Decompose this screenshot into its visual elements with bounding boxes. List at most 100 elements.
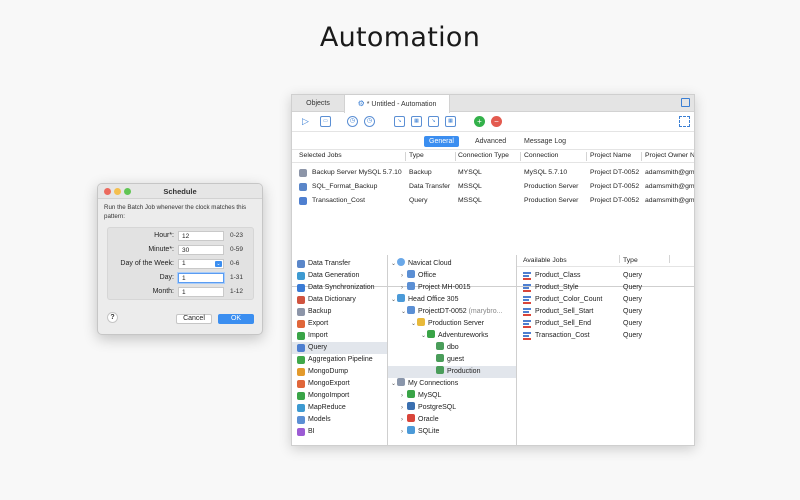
dialog-title: Schedule xyxy=(163,187,197,196)
export-icon xyxy=(297,320,305,328)
close-button[interactable] xyxy=(104,188,111,195)
add-icon[interactable]: + xyxy=(474,116,485,127)
tree-item-production-server[interactable]: ⌄ Production Server xyxy=(411,318,484,330)
tab-general[interactable]: General xyxy=(424,136,459,147)
tab-advanced[interactable]: Advanced xyxy=(470,136,511,147)
add-job-icon[interactable]: ↘ xyxy=(394,116,405,127)
col-divider[interactable] xyxy=(586,152,587,161)
tree-item-office[interactable]: › Office xyxy=(401,270,436,282)
category-data-dictionary[interactable]: Data Dictionary xyxy=(292,294,387,306)
col-selected-jobs[interactable]: Selected Jobs xyxy=(299,152,342,159)
tree-item-production[interactable]: Production xyxy=(388,366,516,378)
list-item[interactable]: Product_Class Query xyxy=(517,270,694,282)
ok-button[interactable]: OK xyxy=(218,314,254,324)
save-icon[interactable]: ▭ xyxy=(320,116,331,127)
tree-item-guest[interactable]: guest xyxy=(436,354,464,366)
category-backup[interactable]: Backup xyxy=(292,306,387,318)
col-divider[interactable] xyxy=(405,152,406,161)
category-label: Data Transfer xyxy=(308,260,351,267)
job-name: SQL_Format_Backup xyxy=(312,183,378,190)
day-input[interactable] xyxy=(178,273,224,283)
query-icon xyxy=(523,308,531,316)
minute-input[interactable] xyxy=(178,245,224,255)
category-data-synchronization[interactable]: Data Synchronization xyxy=(292,282,387,294)
category-data-transfer[interactable]: Data Transfer xyxy=(292,258,387,270)
tree-item-dbo[interactable]: dbo xyxy=(436,342,459,354)
list-item[interactable]: Product_Sell_End Query xyxy=(517,318,694,330)
category-label: MapReduce xyxy=(308,404,346,411)
maximize-icon[interactable] xyxy=(681,98,690,107)
tree-item-project-mh[interactable]: › Project MH-0015 xyxy=(401,282,471,294)
tree-item-project-dt[interactable]: ⌄ ProjectDT-0052 (marybro... xyxy=(401,306,502,318)
select-all-icon[interactable]: ▦ xyxy=(411,116,422,127)
month-input[interactable] xyxy=(178,287,224,297)
cancel-button[interactable]: Cancel xyxy=(176,314,212,324)
schedule-icon[interactable]: ◷ xyxy=(347,116,358,127)
tree-item-mysql[interactable]: › MySQL xyxy=(401,390,441,402)
col-divider[interactable] xyxy=(520,152,521,161)
list-item[interactable]: Product_Style Query xyxy=(517,282,694,294)
run-icon[interactable]: ▷ xyxy=(300,116,311,127)
category-import[interactable]: Import xyxy=(292,330,387,342)
tree-label: Oracle xyxy=(418,416,439,423)
col-connection[interactable]: Connection xyxy=(524,152,558,159)
category-query[interactable]: Query xyxy=(292,342,387,354)
field-label: Day: xyxy=(159,274,174,281)
tree-label: MySQL xyxy=(418,392,442,399)
list-item[interactable]: Transaction_Cost Query xyxy=(517,330,694,342)
category-data-generation[interactable]: Data Generation xyxy=(292,270,387,282)
zoom-button[interactable] xyxy=(124,188,131,195)
col-divider[interactable] xyxy=(669,255,670,263)
remove-job-icon[interactable]: ↘ xyxy=(428,116,439,127)
list-item[interactable]: Product_Color_Count Query xyxy=(517,294,694,306)
automation-icon: ⚙ xyxy=(357,99,365,108)
category-mongodump[interactable]: MongoDump xyxy=(292,366,387,378)
mongoexport-icon xyxy=(297,380,305,388)
col-divider[interactable] xyxy=(641,152,642,161)
job-type: Query xyxy=(623,296,643,303)
day-of-week-select[interactable]: 1 ⌄ xyxy=(178,259,224,269)
tree-item-navicat-cloud[interactable]: ⌄ Navicat Cloud xyxy=(391,258,452,270)
tab-automation[interactable]: ⚙ * Untitled - Automation xyxy=(344,95,450,113)
list-item[interactable]: Product_Sell_Start Query xyxy=(517,306,694,318)
category-mongoexport[interactable]: MongoExport xyxy=(292,378,387,390)
remove-icon[interactable]: − xyxy=(491,116,502,127)
col-type[interactable]: Type xyxy=(409,152,424,159)
mongoimport-icon xyxy=(297,392,305,400)
select-value: 1 xyxy=(182,260,186,267)
col-available-type[interactable]: Type xyxy=(623,255,638,267)
col-connection-type[interactable]: Connection Type xyxy=(458,152,509,159)
clear-jobs-icon[interactable]: ▦ xyxy=(445,116,456,127)
automation-window: Objects ⚙ * Untitled - Automation ▷ ▭ ◷ ◷… xyxy=(291,94,695,446)
col-available-jobs[interactable]: Available Jobs xyxy=(523,255,567,267)
category-aggregation-pipeline[interactable]: Aggregation Pipeline xyxy=(292,354,387,366)
fullscreen-icon[interactable] xyxy=(679,116,690,127)
chevron-down-icon[interactable]: ⌄ xyxy=(391,258,397,270)
tree-item-postgresql[interactable]: › PostgreSQL xyxy=(401,402,456,414)
col-project-name[interactable]: Project Name xyxy=(590,152,631,159)
table-row[interactable]: SQL_Format_Backup Data Transfer MSSQL Pr… xyxy=(292,181,694,194)
dialog-description: Run the Batch Job whenever the clock mat… xyxy=(104,204,247,220)
tab-message-log[interactable]: Message Log xyxy=(519,136,571,147)
tree-item-head-office[interactable]: ⌄ Head Office 305 xyxy=(391,294,458,306)
table-row[interactable]: Backup Server MySQL 5.7.10 Backup MYSQL … xyxy=(292,167,694,180)
category-models[interactable]: Models xyxy=(292,414,387,426)
tree-item-my-connections[interactable]: ⌄ My Connections xyxy=(391,378,458,390)
col-divider[interactable] xyxy=(455,152,456,161)
help-button[interactable]: ? xyxy=(107,312,118,323)
col-divider[interactable] xyxy=(619,255,620,263)
tab-objects[interactable]: Objects xyxy=(292,95,344,112)
job-name: Product_Class xyxy=(535,272,581,279)
tree-item-oracle[interactable]: › Oracle xyxy=(401,414,439,426)
delete-schedule-icon[interactable]: ◷ xyxy=(364,116,375,127)
category-export[interactable]: Export xyxy=(292,318,387,330)
tree-item-adventureworks[interactable]: ⌄ Adventureworks xyxy=(421,330,488,342)
category-bi[interactable]: BI xyxy=(292,426,387,438)
minimize-button[interactable] xyxy=(114,188,121,195)
tree-item-sqlite[interactable]: › SQLite xyxy=(401,426,439,438)
col-project-owner[interactable]: Project Owner N xyxy=(645,152,694,159)
table-row[interactable]: Transaction_Cost Query MSSQL Production … xyxy=(292,195,694,208)
category-mapreduce[interactable]: MapReduce xyxy=(292,402,387,414)
hour-input[interactable] xyxy=(178,231,224,241)
category-mongoimport[interactable]: MongoImport xyxy=(292,390,387,402)
